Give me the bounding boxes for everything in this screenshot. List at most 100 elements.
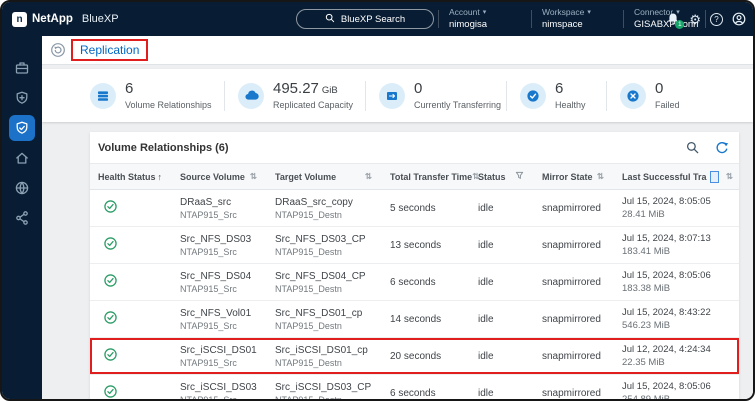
healthy-check-icon bbox=[104, 311, 117, 327]
column-header-status[interactable]: Status bbox=[470, 171, 534, 182]
sidebar-item-health[interactable] bbox=[14, 90, 30, 106]
replicated-capacity-icon bbox=[238, 83, 264, 109]
metric-value: 6 bbox=[125, 81, 133, 98]
notifications-bell-icon[interactable]: 1 bbox=[666, 12, 680, 26]
column-label: Health Status bbox=[98, 172, 156, 182]
target-system: NTAP915_Destn bbox=[275, 247, 382, 257]
left-nav-sidebar bbox=[2, 36, 42, 399]
sort-ascending-icon[interactable]: ↑ bbox=[158, 172, 163, 182]
last-transfer-date: Jul 15, 2024, 8:05:06 bbox=[622, 270, 743, 281]
account-value: nimogisa bbox=[449, 19, 487, 30]
account-label: Account bbox=[449, 7, 480, 17]
metric-label: Replicated Capacity bbox=[273, 100, 353, 110]
refresh-icon[interactable] bbox=[715, 141, 729, 155]
settings-gear-icon[interactable]: ⚙ bbox=[689, 13, 701, 26]
replication-service-icon[interactable] bbox=[50, 42, 66, 58]
table-row[interactable]: DRaaS_srcNTAP915_Src DRaaS_src_copyNTAP9… bbox=[90, 190, 739, 227]
top-bar: n NetApp BlueXP BlueXP Search Account▾ n… bbox=[2, 2, 753, 36]
target-system: NTAP915_Destn bbox=[275, 284, 382, 294]
cursor-highlight-box bbox=[710, 171, 719, 183]
source-volume: Src_NFS_DS03 bbox=[180, 234, 267, 245]
total-transfer-time: 6 seconds bbox=[382, 277, 470, 288]
workspace-label: Workspace bbox=[542, 7, 584, 17]
total-transfer-time: 6 seconds bbox=[382, 388, 470, 399]
healthy-check-icon bbox=[104, 385, 117, 399]
total-transfer-time: 14 seconds bbox=[382, 314, 470, 325]
divider bbox=[606, 81, 607, 111]
sidebar-item-governance[interactable] bbox=[14, 180, 30, 196]
volume-relationships-card: Volume Relationships (6) Health Status ↑ bbox=[90, 132, 739, 399]
breadcrumb: Replication bbox=[42, 36, 753, 65]
table-row[interactable]: Src_NFS_DS03NTAP915_Src Src_NFS_DS03_CPN… bbox=[90, 227, 739, 264]
last-transfer-size: 22.35 MiB bbox=[622, 357, 743, 368]
page-title[interactable]: Replication bbox=[80, 43, 139, 57]
status: idle bbox=[470, 277, 534, 288]
target-volume: Src_NFS_DS04_CP bbox=[275, 271, 382, 282]
column-label: Source Volume bbox=[180, 172, 245, 182]
column-header-mirror-state[interactable]: Mirror State ⇅ bbox=[534, 171, 614, 182]
column-header-total-transfer-time[interactable]: Total Transfer Time ⇅ bbox=[382, 171, 470, 182]
healthy-check-icon bbox=[104, 237, 117, 253]
user-avatar-icon[interactable] bbox=[732, 12, 746, 26]
table-row[interactable]: Src_NFS_Vol01NTAP915_Src Src_NFS_DS01_cp… bbox=[90, 301, 739, 338]
mirror-state: snapmirrored bbox=[534, 203, 614, 214]
last-transfer-date: Jul 15, 2024, 8:05:06 bbox=[622, 381, 743, 392]
column-label: Status bbox=[478, 172, 506, 182]
source-system: NTAP915_Src bbox=[180, 210, 267, 220]
table-row-highlighted[interactable]: Src_iSCSI_DS01NTAP915_Src Src_iSCSI_DS01… bbox=[90, 338, 739, 375]
table-search-icon[interactable] bbox=[686, 141, 699, 154]
column-label: Mirror State bbox=[542, 172, 593, 182]
column-header-source-volume[interactable]: Source Volume ⇅ bbox=[172, 171, 267, 182]
help-icon[interactable]: ? bbox=[710, 13, 723, 26]
healthy-check-icon bbox=[104, 274, 117, 290]
column-label: Total Transfer Time bbox=[390, 172, 472, 182]
last-transfer-date: Jul 15, 2024, 8:43:22 bbox=[622, 307, 743, 318]
target-system: NTAP915_Destn bbox=[275, 358, 382, 368]
workspace-menu[interactable]: Workspace▾ nimspace bbox=[542, 7, 591, 30]
divider bbox=[531, 10, 532, 28]
sidebar-item-workloads[interactable] bbox=[14, 60, 30, 76]
source-volume: Src_iSCSI_DS03 bbox=[180, 382, 267, 393]
main-content: 6 Volume Relationships 495.27GiB Replica… bbox=[42, 65, 753, 399]
column-header-last-successful-transfer[interactable]: Last Successful Tra ⇅ bbox=[614, 171, 743, 183]
table-row[interactable]: Src_NFS_DS04NTAP915_Src Src_NFS_DS04_CPN… bbox=[90, 264, 739, 301]
metric-label: Failed bbox=[655, 100, 680, 110]
netapp-logo-icon: n bbox=[12, 12, 27, 27]
sort-icon[interactable]: ⇅ bbox=[726, 171, 733, 182]
source-system: NTAP915_Src bbox=[180, 247, 267, 257]
metric-label: Volume Relationships bbox=[125, 100, 212, 110]
last-transfer-date: Jul 15, 2024, 8:07:13 bbox=[622, 233, 743, 244]
filter-icon[interactable] bbox=[515, 171, 524, 182]
sort-icon[interactable]: ⇅ bbox=[365, 171, 372, 182]
card-header: Volume Relationships (6) bbox=[90, 132, 739, 163]
column-header-health-status[interactable]: Health Status ↑ bbox=[90, 172, 172, 182]
mirror-state: snapmirrored bbox=[534, 314, 614, 325]
last-transfer-size: 183.38 MiB bbox=[622, 283, 743, 294]
table-header-row: Health Status ↑ Source Volume ⇅ Target V… bbox=[90, 163, 739, 190]
total-transfer-time: 5 seconds bbox=[382, 203, 470, 214]
summary-band: 6 Volume Relationships 495.27GiB Replica… bbox=[42, 69, 753, 122]
workspace-value: nimspace bbox=[542, 19, 591, 30]
sidebar-item-mobility[interactable] bbox=[14, 150, 30, 166]
summary-currently-transferring: 0 Currently Transferring bbox=[379, 81, 506, 110]
last-transfer-date: Jul 12, 2024, 4:24:34 bbox=[622, 344, 743, 355]
source-volume: Src_iSCSI_DS01 bbox=[180, 345, 267, 356]
app-window: n NetApp BlueXP BlueXP Search Account▾ n… bbox=[0, 0, 755, 401]
target-volume: Src_NFS_DS01_cp bbox=[275, 308, 382, 319]
sort-icon[interactable]: ⇅ bbox=[250, 171, 257, 182]
table-row[interactable]: Src_iSCSI_DS03NTAP915_Src Src_iSCSI_DS03… bbox=[90, 375, 739, 399]
chevron-down-icon: ▾ bbox=[587, 8, 591, 16]
column-label: Last Successful Tra bbox=[622, 172, 707, 182]
summary-healthy: 6 Healthy bbox=[520, 81, 606, 110]
last-transfer-size: 546.23 MiB bbox=[622, 320, 743, 331]
card-title: Volume Relationships (6) bbox=[98, 142, 229, 154]
sidebar-item-protection-active[interactable] bbox=[9, 115, 35, 141]
last-transfer-size: 183.41 MiB bbox=[622, 246, 743, 257]
bluexp-search-button[interactable]: BlueXP Search bbox=[296, 9, 434, 29]
column-header-target-volume[interactable]: Target Volume ⇅ bbox=[267, 171, 382, 182]
source-system: NTAP915_Src bbox=[180, 284, 267, 294]
account-menu[interactable]: Account▾ nimogisa bbox=[449, 7, 487, 30]
column-label: Target Volume bbox=[275, 172, 336, 182]
sidebar-item-extensions-share[interactable] bbox=[14, 210, 30, 226]
sort-icon[interactable]: ⇅ bbox=[597, 171, 604, 182]
